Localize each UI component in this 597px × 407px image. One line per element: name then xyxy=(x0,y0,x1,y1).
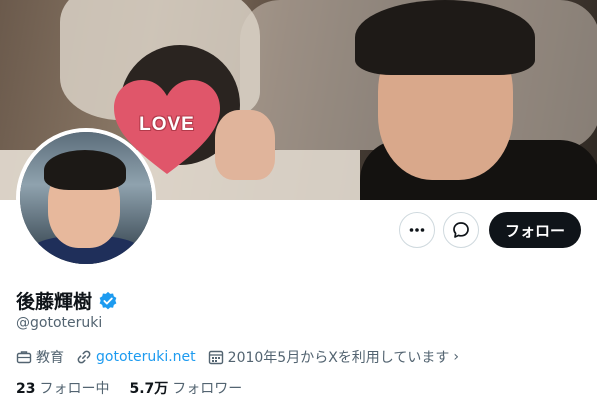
followers-count: 5.7万 xyxy=(129,381,169,397)
follow-button[interactable]: フォロー xyxy=(488,212,581,248)
followers-label: フォロワー xyxy=(172,381,243,397)
follow-stats: 23 フォロー中 5.7万 フォロワー xyxy=(16,378,262,398)
more-button[interactable] xyxy=(398,212,435,248)
following-label: フォロー中 xyxy=(39,381,110,397)
handle: @gototeruki xyxy=(16,315,103,331)
link-icon xyxy=(77,350,91,364)
profile-meta: 教育 gototeruki.net 2010年5月からXを利用しています › xyxy=(16,347,471,367)
banner-hand xyxy=(215,110,275,180)
message-icon xyxy=(453,222,469,238)
banner-person-hair xyxy=(355,0,535,75)
following-count: 23 xyxy=(16,381,36,397)
message-button[interactable] xyxy=(442,212,479,248)
joined-item[interactable]: 2010年5月からXを利用しています › xyxy=(208,347,459,367)
profile-actions: フォロー xyxy=(398,212,581,248)
category-item: 教育 xyxy=(16,347,64,367)
calendar-icon xyxy=(208,350,223,365)
briefcase-icon xyxy=(16,351,32,364)
website-item: gototeruki.net xyxy=(76,349,196,365)
chevron-right-icon: › xyxy=(453,349,459,365)
verified-badge-icon[interactable] xyxy=(98,291,118,311)
website-link[interactable]: gototeruki.net xyxy=(96,349,196,365)
category-label: 教育 xyxy=(36,350,64,366)
more-icon xyxy=(409,228,425,232)
avatar-hair xyxy=(44,150,126,190)
avatar[interactable] xyxy=(16,128,156,268)
followers-stat[interactable]: 5.7万 フォロワー xyxy=(129,378,242,398)
name-row: 後藤輝樹 xyxy=(16,287,118,314)
joined-label: 2010年5月からXを利用しています xyxy=(227,350,450,366)
display-name: 後藤輝樹 xyxy=(16,291,93,313)
following-stat[interactable]: 23 フォロー中 xyxy=(16,378,109,398)
